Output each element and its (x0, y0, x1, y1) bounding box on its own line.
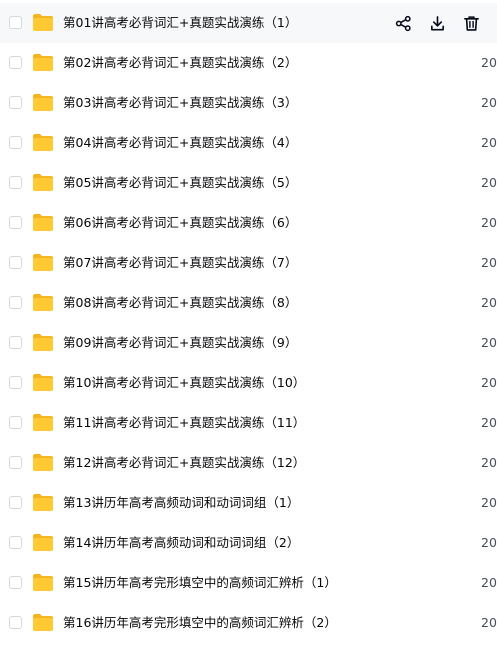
file-date: 20 (481, 175, 497, 190)
file-name[interactable]: 第10讲高考必背词汇+真题实战演练（10） (63, 363, 305, 403)
file-name[interactable]: 第09讲高考必背词汇+真题实战演练（9） (63, 323, 297, 363)
folder-icon (32, 573, 54, 592)
file-name[interactable]: 第11讲高考必背词汇+真题实战演练（11） (63, 403, 305, 443)
file-row[interactable]: 第11讲高考必背词汇+真题实战演练（11） 20 (0, 403, 497, 443)
row-checkbox[interactable] (9, 496, 22, 509)
file-row[interactable]: 第03讲高考必背词汇+真题实战演练（3） 20 (0, 83, 497, 123)
file-date: 20 (481, 375, 497, 390)
folder-icon (32, 173, 54, 192)
folder-icon (32, 13, 54, 32)
folder-icon (32, 93, 54, 112)
file-date: 20 (481, 415, 497, 430)
file-list: 第01讲高考必背词汇+真题实战演练（1） 第02讲高考必背词汇+真题实战演练（2… (0, 0, 497, 650)
file-name[interactable]: 第14讲历年高考高频动词和动词词组（2） (63, 523, 299, 563)
file-row[interactable]: 第08讲高考必背词汇+真题实战演练（8） 20 (0, 283, 497, 323)
file-row[interactable]: 第07讲高考必背词汇+真题实战演练（7） 20 (0, 243, 497, 283)
file-row[interactable]: 第14讲历年高考高频动词和动词词组（2） 20 (0, 523, 497, 563)
file-name[interactable]: 第08讲高考必背词汇+真题实战演练（8） (63, 283, 297, 323)
folder-icon (32, 413, 54, 432)
file-name[interactable]: 第16讲历年高考完形填空中的高频词汇辨析（2） (63, 603, 337, 643)
file-date: 20 (481, 255, 497, 270)
row-checkbox[interactable] (9, 256, 22, 269)
row-checkbox[interactable] (9, 96, 22, 109)
row-checkbox[interactable] (9, 216, 22, 229)
file-name[interactable]: 第07讲高考必背词汇+真题实战演练（7） (63, 243, 297, 283)
file-date: 20 (481, 55, 497, 70)
file-date: 20 (481, 135, 497, 150)
file-name[interactable]: 第05讲高考必背词汇+真题实战演练（5） (63, 163, 297, 203)
file-row[interactable]: 第02讲高考必背词汇+真题实战演练（2） 20 (0, 43, 497, 83)
row-checkbox[interactable] (9, 16, 22, 29)
folder-icon (32, 453, 54, 472)
file-row[interactable]: 第06讲高考必背词汇+真题实战演练（6） 20 (0, 203, 497, 243)
row-checkbox[interactable] (9, 176, 22, 189)
row-checkbox[interactable] (9, 536, 22, 549)
file-name[interactable]: 第02讲高考必背词汇+真题实战演练（2） (63, 43, 297, 83)
file-date: 20 (481, 535, 497, 550)
row-actions (393, 3, 495, 43)
folder-icon (32, 333, 54, 352)
file-name[interactable]: 第04讲高考必背词汇+真题实战演练（4） (63, 123, 297, 163)
file-date: 20 (481, 215, 497, 230)
file-name[interactable]: 第06讲高考必背词汇+真题实战演练（6） (63, 203, 297, 243)
file-date: 20 (481, 295, 497, 310)
file-date: 20 (481, 335, 497, 350)
folder-icon (32, 213, 54, 232)
row-checkbox[interactable] (9, 456, 22, 469)
file-row[interactable]: 第10讲高考必背词汇+真题实战演练（10） 20 (0, 363, 497, 403)
row-checkbox[interactable] (9, 136, 22, 149)
row-checkbox[interactable] (9, 616, 22, 629)
file-date: 20 (481, 455, 497, 470)
file-row[interactable]: 第09讲高考必背词汇+真题实战演练（9） 20 (0, 323, 497, 363)
download-icon[interactable] (427, 13, 447, 33)
file-name[interactable]: 第12讲高考必背词汇+真题实战演练（12） (63, 443, 305, 483)
folder-icon (32, 373, 54, 392)
file-date: 20 (481, 615, 497, 630)
folder-icon (32, 293, 54, 312)
file-name[interactable]: 第15讲历年高考完形填空中的高频词汇辨析（1） (63, 563, 337, 603)
folder-icon (32, 133, 54, 152)
row-checkbox[interactable] (9, 56, 22, 69)
file-row[interactable]: 第16讲历年高考完形填空中的高频词汇辨析（2） 20 (0, 603, 497, 643)
folder-icon (32, 253, 54, 272)
folder-icon (32, 613, 54, 632)
file-name[interactable]: 第03讲高考必背词汇+真题实战演练（3） (63, 83, 297, 123)
row-checkbox[interactable] (9, 376, 22, 389)
row-checkbox[interactable] (9, 576, 22, 589)
row-checkbox[interactable] (9, 416, 22, 429)
file-date: 20 (481, 575, 497, 590)
file-row[interactable]: 第05讲高考必背词汇+真题实战演练（5） 20 (0, 163, 497, 203)
folder-icon (32, 493, 54, 512)
file-date: 20 (481, 495, 497, 510)
file-row[interactable]: 第01讲高考必背词汇+真题实战演练（1） (0, 3, 497, 43)
file-name[interactable]: 第01讲高考必背词汇+真题实战演练（1） (63, 3, 297, 43)
share-icon[interactable] (393, 13, 413, 33)
folder-icon (32, 533, 54, 552)
row-checkbox[interactable] (9, 336, 22, 349)
folder-icon (32, 53, 54, 72)
file-row[interactable]: 第15讲历年高考完形填空中的高频词汇辨析（1） 20 (0, 563, 497, 603)
file-date: 20 (481, 95, 497, 110)
trash-icon[interactable] (461, 13, 481, 33)
file-row[interactable]: 第13讲历年高考高频动词和动词词组（1） 20 (0, 483, 497, 523)
file-row[interactable]: 第12讲高考必背词汇+真题实战演练（12） 20 (0, 443, 497, 483)
file-row[interactable]: 第04讲高考必背词汇+真题实战演练（4） 20 (0, 123, 497, 163)
row-checkbox[interactable] (9, 296, 22, 309)
file-name[interactable]: 第13讲历年高考高频动词和动词词组（1） (63, 483, 299, 523)
